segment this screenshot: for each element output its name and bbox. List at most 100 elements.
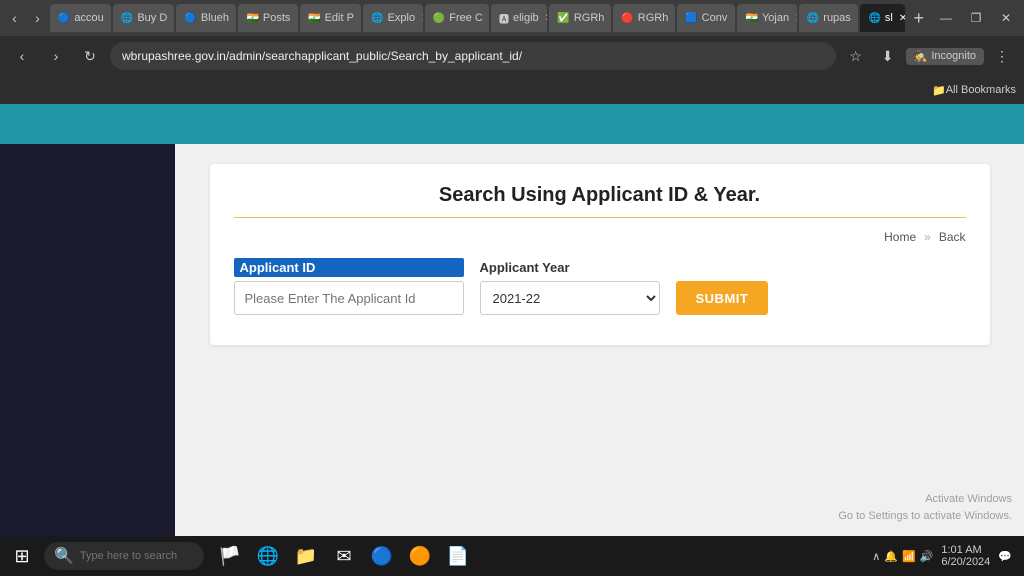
- address-right: ☆ ⬇ 🕵 Incognito ⋮: [842, 42, 1016, 70]
- tab-label: rupas: [823, 12, 851, 24]
- maximize-button[interactable]: ❐: [962, 4, 990, 32]
- applicant-year-select[interactable]: 2021-22 2020-21 2019-20 2018-19: [480, 281, 660, 315]
- tray-speaker-icon[interactable]: 🔊: [920, 550, 934, 563]
- tab-close-icon[interactable]: ✕: [899, 13, 906, 24]
- breadcrumb: Home » Back: [234, 230, 966, 244]
- address-bar: ‹ › ↻ ☆ ⬇ 🕵 Incognito ⋮: [0, 36, 1024, 76]
- applicant-year-label: Applicant Year: [480, 258, 660, 277]
- start-button[interactable]: ⊞: [4, 538, 40, 574]
- tab-favicon: 🇮🇳: [246, 13, 258, 24]
- browser-forward-button[interactable]: ›: [42, 42, 70, 70]
- applicant-id-input[interactable]: [234, 281, 464, 315]
- tab-rgrh2[interactable]: 🔴 RGRh ✕: [613, 4, 675, 32]
- tab-favicon: ✅: [557, 13, 569, 24]
- taskbar-app-edge[interactable]: 🌐: [250, 538, 286, 574]
- tab-label: Blueh: [201, 12, 229, 24]
- tab-close-icon[interactable]: ✕: [110, 13, 111, 24]
- taskbar-app-flag[interactable]: 🏳️: [212, 538, 248, 574]
- tab-label: RGRh: [574, 12, 605, 24]
- tab-close-icon[interactable]: ✕: [235, 13, 237, 24]
- tab-posts[interactable]: 🇮🇳 Posts ✕: [238, 4, 298, 32]
- tab-label: Free C: [449, 12, 483, 24]
- browser-chrome: ‹ › 🔵 accou ✕ 🌐 Buy D ✕ 🔵 Blueh ✕ 🇮🇳 Pos…: [0, 0, 1024, 104]
- activate-line1: Activate Windows: [838, 491, 1012, 508]
- taskbar-app-docs[interactable]: 📄: [440, 538, 476, 574]
- tab-favicon: 🌐: [371, 13, 383, 24]
- tab-close-icon[interactable]: ✕: [173, 13, 174, 24]
- url-input[interactable]: [110, 42, 836, 70]
- tab-accu[interactable]: 🔵 accou ✕: [50, 4, 111, 32]
- system-tray-icons: ∧ 🔔 📶 🔊: [872, 550, 933, 563]
- sidebar-top: [0, 104, 175, 144]
- tab-favicon: 🅰: [499, 11, 509, 26]
- bookmarks-label[interactable]: All Bookmarks: [946, 84, 1016, 96]
- taskbar-app-mail[interactable]: ✉: [326, 538, 362, 574]
- new-tab-button[interactable]: +: [907, 8, 930, 29]
- date-display: 6/20/2024: [941, 556, 990, 568]
- back-nav-btn[interactable]: ‹: [4, 4, 25, 32]
- taskbar-app-circle[interactable]: 🟠: [402, 538, 438, 574]
- taskbar-apps: 🏳️ 🌐 📁 ✉ 🔵 🟠 📄: [212, 538, 476, 574]
- tray-notification-icon[interactable]: 🔔: [884, 550, 898, 563]
- tab-rgrh1[interactable]: ✅ RGRh ✕: [549, 4, 611, 32]
- taskbar-right: ∧ 🔔 📶 🔊 1:01 AM 6/20/2024 💬: [872, 544, 1020, 568]
- menu-icon[interactable]: ⋮: [988, 42, 1016, 70]
- tab-label: Edit P: [325, 12, 354, 24]
- tab-label: Posts: [263, 12, 291, 24]
- tab-buy[interactable]: 🌐 Buy D ✕: [113, 4, 174, 32]
- tab-free[interactable]: 🟢 Free C ✕: [425, 4, 489, 32]
- page-title: Search Using Applicant ID & Year.: [234, 184, 966, 218]
- tab-favicon: 🌐: [121, 13, 133, 24]
- submit-button[interactable]: SUBMIT: [676, 281, 769, 315]
- tab-close-icon[interactable]: ✕: [674, 13, 675, 24]
- tab-eligib[interactable]: 🅰 eligib ✕: [491, 4, 547, 32]
- tab-edit[interactable]: 🇮🇳 Edit P ✕: [300, 4, 361, 32]
- taskbar-search-input[interactable]: [80, 550, 200, 562]
- tab-conv[interactable]: 🟦 Conv ✕: [677, 4, 735, 32]
- time-display: 1:01 AM: [941, 544, 990, 556]
- applicant-year-group: Applicant Year 2021-22 2020-21 2019-20 2…: [480, 258, 660, 315]
- tab-favicon: 🟢: [433, 13, 445, 24]
- download-icon[interactable]: ⬇: [874, 42, 902, 70]
- taskbar: ⊞ 🔍 🏳️ 🌐 📁 ✉ 🔵 🟠 📄 ∧ 🔔 📶 🔊 1:01 AM 6/20/…: [0, 536, 1024, 576]
- form-card: Search Using Applicant ID & Year. Home »…: [210, 164, 990, 345]
- tray-network-icon[interactable]: 📶: [902, 550, 916, 563]
- tab-close-icon[interactable]: ✕: [857, 13, 859, 24]
- applicant-id-group: Applicant ID: [234, 258, 464, 315]
- taskbar-app-edge2[interactable]: 🔵: [364, 538, 400, 574]
- forward-nav-btn[interactable]: ›: [27, 4, 48, 32]
- tab-favicon: 🔵: [58, 13, 70, 24]
- reload-button[interactable]: ↻: [76, 42, 104, 70]
- tab-rupas[interactable]: 🌐 rupas ✕: [799, 4, 859, 32]
- back-link[interactable]: Back: [939, 230, 966, 244]
- tab-close-icon[interactable]: ✕: [733, 13, 735, 24]
- tab-close-icon[interactable]: ✕: [296, 13, 298, 24]
- search-icon: 🔍: [54, 546, 74, 566]
- tab-bar: ‹ › 🔵 accou ✕ 🌐 Buy D ✕ 🔵 Blueh ✕ 🇮🇳 Pos…: [0, 0, 1024, 36]
- minimize-button[interactable]: —: [932, 4, 960, 32]
- breadcrumb-separator: »: [924, 230, 931, 244]
- browser-back-button[interactable]: ‹: [8, 42, 36, 70]
- tab-close-icon[interactable]: ✕: [360, 13, 361, 24]
- page-header: [175, 104, 1024, 144]
- tab-yojan[interactable]: 🇮🇳 Yojan ✕: [737, 4, 796, 32]
- sidebar: [0, 104, 175, 576]
- tab-close-icon[interactable]: ✕: [795, 13, 797, 24]
- tab-favicon: 🔴: [621, 13, 633, 24]
- home-link[interactable]: Home: [884, 230, 916, 244]
- tab-label: eligib: [513, 12, 539, 24]
- activate-line2: Go to Settings to activate Windows.: [838, 508, 1012, 525]
- tray-up-arrow[interactable]: ∧: [872, 550, 880, 563]
- bookmark-icon[interactable]: ☆: [842, 42, 870, 70]
- taskbar-app-files[interactable]: 📁: [288, 538, 324, 574]
- tab-close-icon[interactable]: ✕: [545, 13, 548, 24]
- taskbar-search[interactable]: 🔍: [44, 542, 204, 570]
- form-row: Applicant ID Applicant Year 2021-22 2020…: [234, 258, 966, 315]
- close-button[interactable]: ✕: [992, 4, 1020, 32]
- notification-bell[interactable]: 💬: [998, 550, 1012, 563]
- tab-explo[interactable]: 🌐 Explo ✕: [363, 4, 423, 32]
- tab-close-icon[interactable]: ✕: [421, 13, 423, 24]
- tab-blue[interactable]: 🔵 Blueh ✕: [176, 4, 236, 32]
- tab-sl-active[interactable]: 🌐 sl ✕: [860, 4, 905, 32]
- tab-close-icon[interactable]: ✕: [610, 13, 611, 24]
